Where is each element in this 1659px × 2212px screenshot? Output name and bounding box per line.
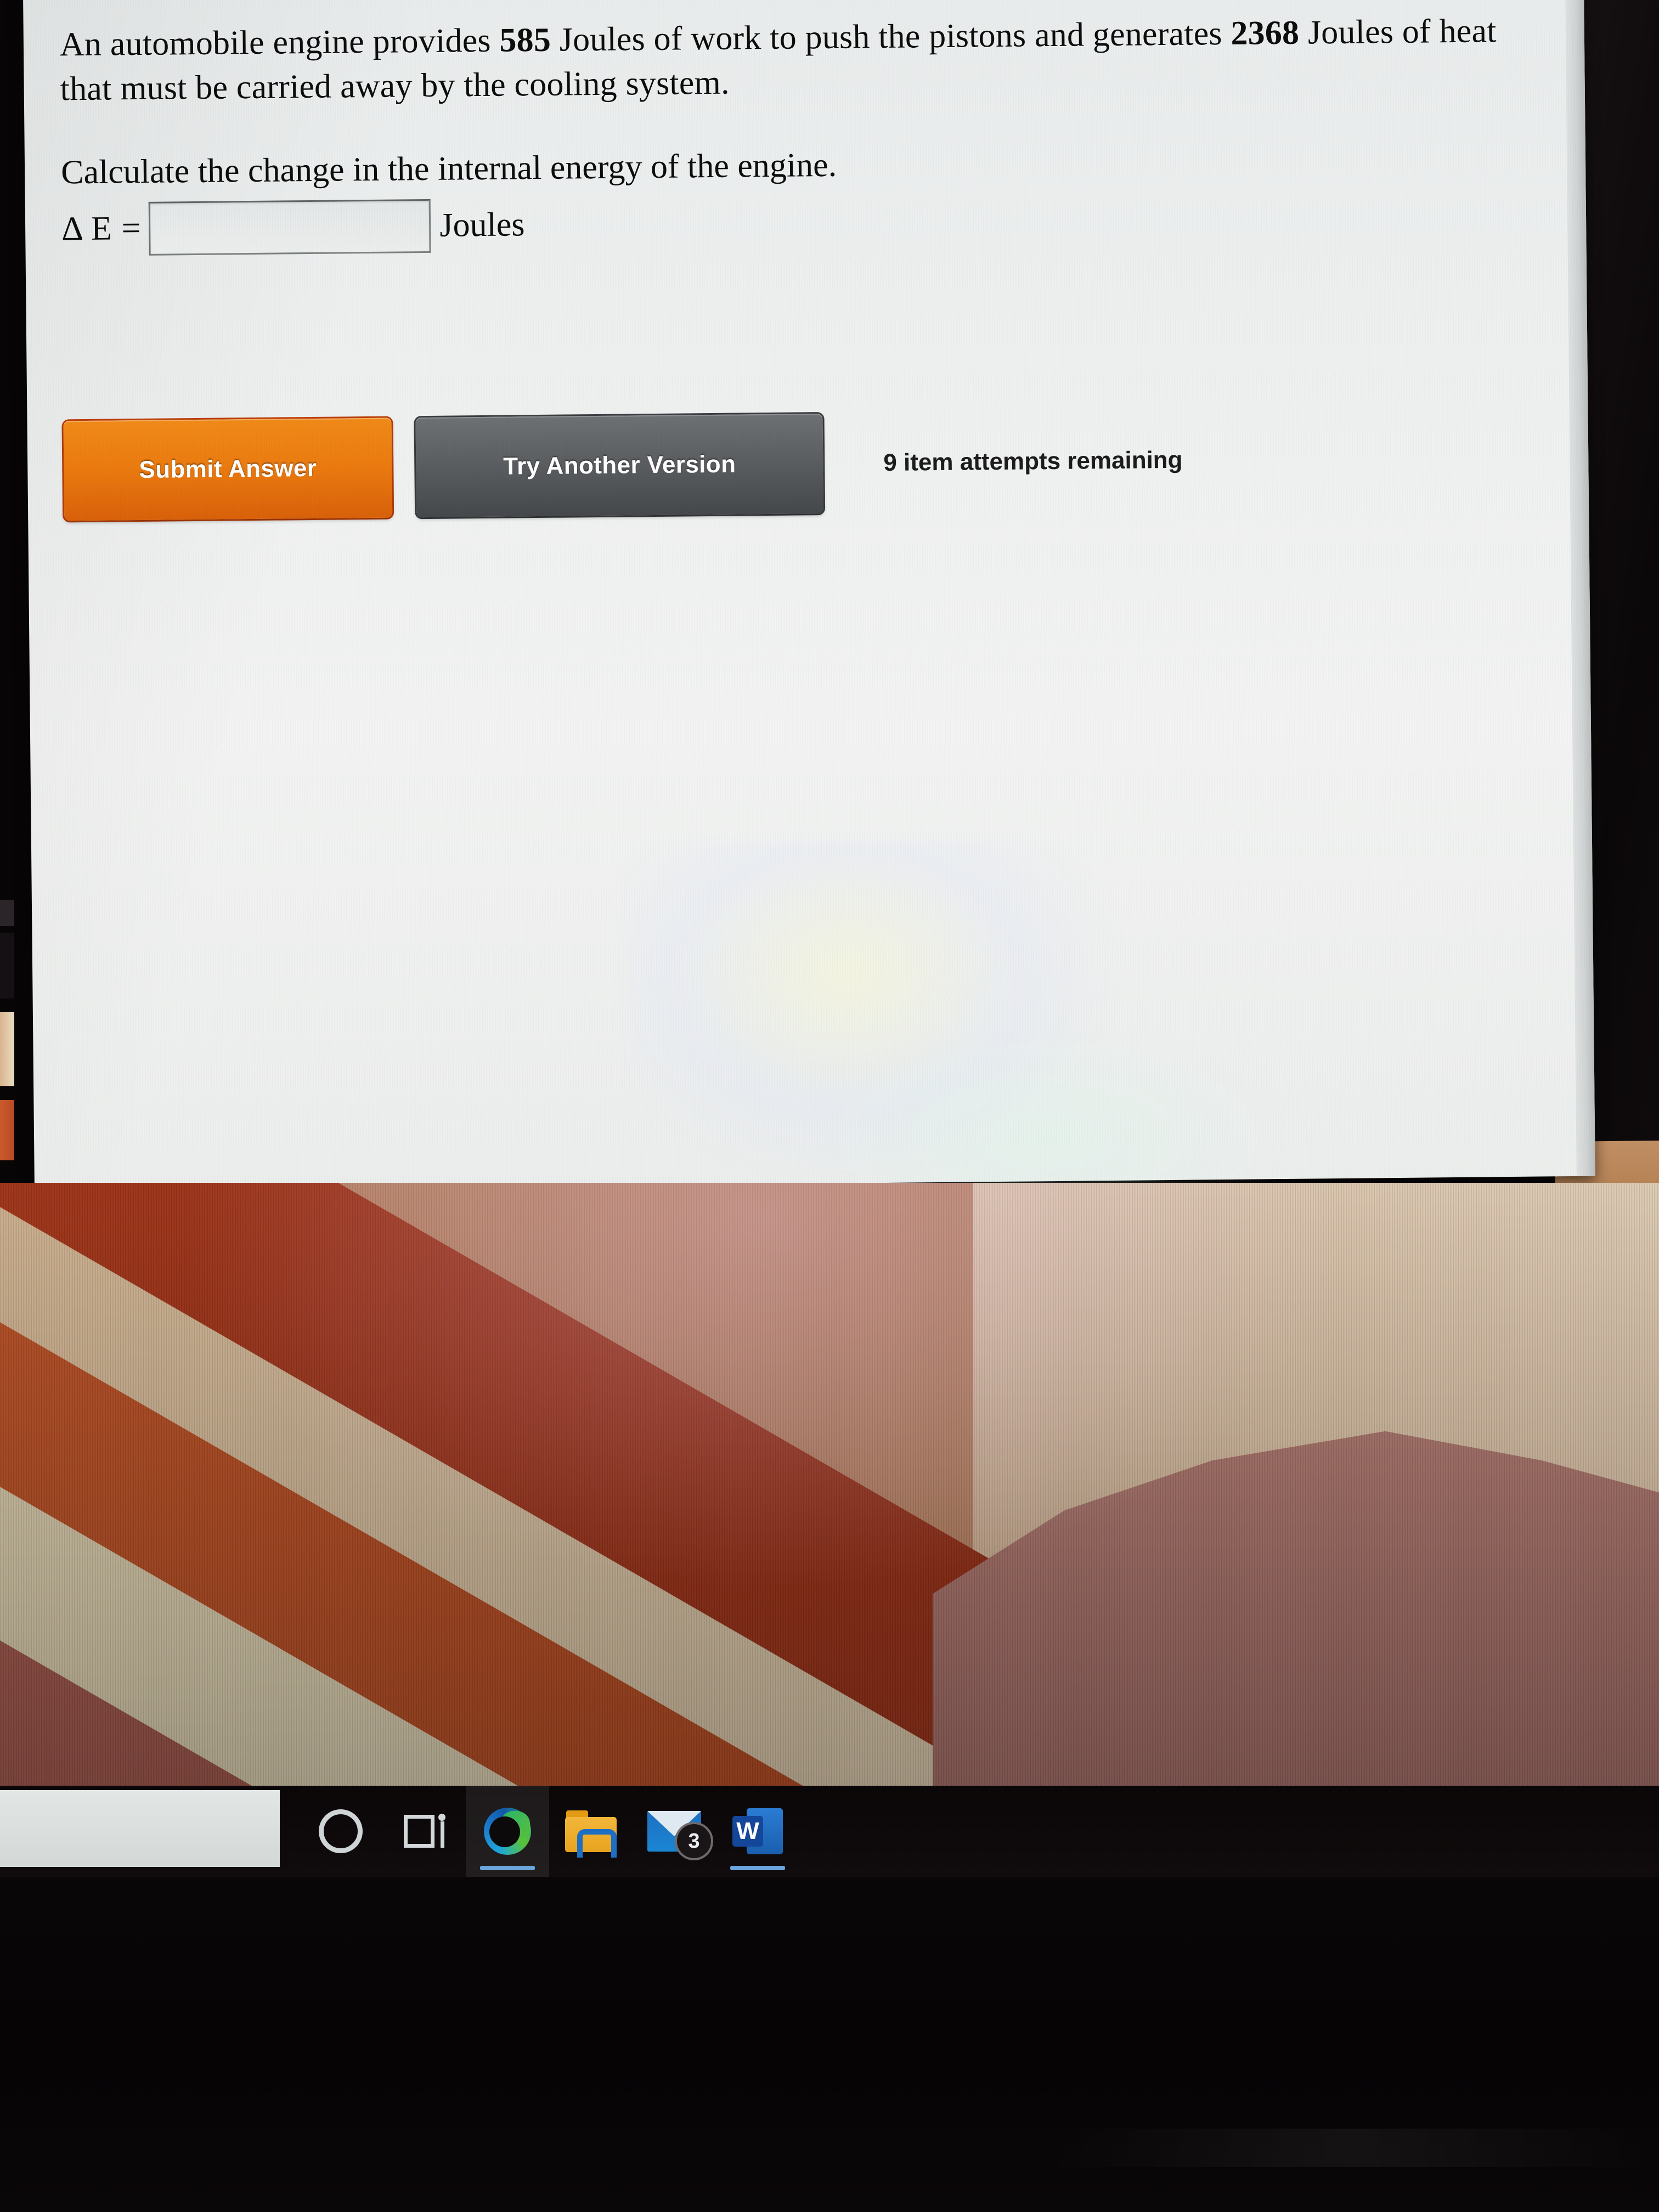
taskbar-item-task-view[interactable]	[382, 1786, 466, 1877]
task-view-icon	[404, 1814, 445, 1848]
submit-answer-button[interactable]: Submit Answer	[63, 417, 393, 521]
desktop-wallpaper	[0, 1183, 1659, 1788]
file-explorer-icon	[565, 1810, 617, 1858]
answer-row: Δ E = Joules	[61, 189, 1510, 256]
windows-taskbar: 3 W	[0, 1786, 1659, 1877]
screen-glare	[623, 837, 1121, 1183]
monitor-photo: An automobile engine provides 585 Joules…	[0, 0, 1659, 2212]
mail-badge-count: 3	[675, 1822, 713, 1860]
question-statement: An automobile engine provides 585 Joules…	[60, 9, 1509, 111]
left-bezel-fragment	[0, 933, 14, 998]
taskbar-icon-group: 3 W	[299, 1786, 799, 1877]
edge-icon	[484, 1808, 531, 1855]
work-value: 585	[499, 21, 551, 59]
answer-input[interactable]	[150, 200, 430, 254]
question-instruction: Calculate the change in the internal ene…	[60, 146, 837, 191]
heat-value: 2368	[1231, 14, 1300, 52]
taskbar-item-file-explorer[interactable]	[549, 1786, 633, 1877]
taskbar-item-word[interactable]: W	[716, 1786, 799, 1877]
answer-input-wrapper[interactable]	[148, 199, 431, 256]
taskbar-item-edge[interactable]	[466, 1786, 549, 1877]
question-prefix: An automobile engine provides	[59, 21, 500, 64]
try-another-version-button[interactable]: Try Another Version	[415, 413, 824, 517]
active-app-underline	[730, 1866, 785, 1870]
cortana-icon	[319, 1809, 363, 1853]
left-bezel-fragment	[0, 900, 14, 926]
question-middle: Joules of work to push the pistons and g…	[550, 14, 1231, 59]
question-content: An automobile engine provides 585 Joules…	[60, 9, 1513, 521]
mail-icon: 3	[647, 1811, 713, 1860]
answer-units: Joules	[439, 206, 525, 245]
browser-page: An automobile engine provides 585 Joules…	[23, 0, 1595, 1258]
word-icon: W	[732, 1808, 783, 1854]
taskbar-item-mail[interactable]: 3	[633, 1786, 716, 1877]
attempts-remaining-text: 9 item attempts remaining	[883, 446, 1183, 476]
left-bezel-fragment	[0, 1100, 14, 1160]
left-bezel-fragment	[0, 1012, 14, 1086]
delta-e-label: Δ E =	[61, 210, 142, 248]
active-app-underline	[480, 1866, 535, 1870]
action-button-row: Submit Answer Try Another Version 9 item…	[63, 407, 1513, 521]
taskbar-search-box[interactable]	[0, 1790, 280, 1867]
taskbar-item-cortana[interactable]	[299, 1786, 382, 1877]
desk-reflection	[1042, 2129, 1659, 2167]
